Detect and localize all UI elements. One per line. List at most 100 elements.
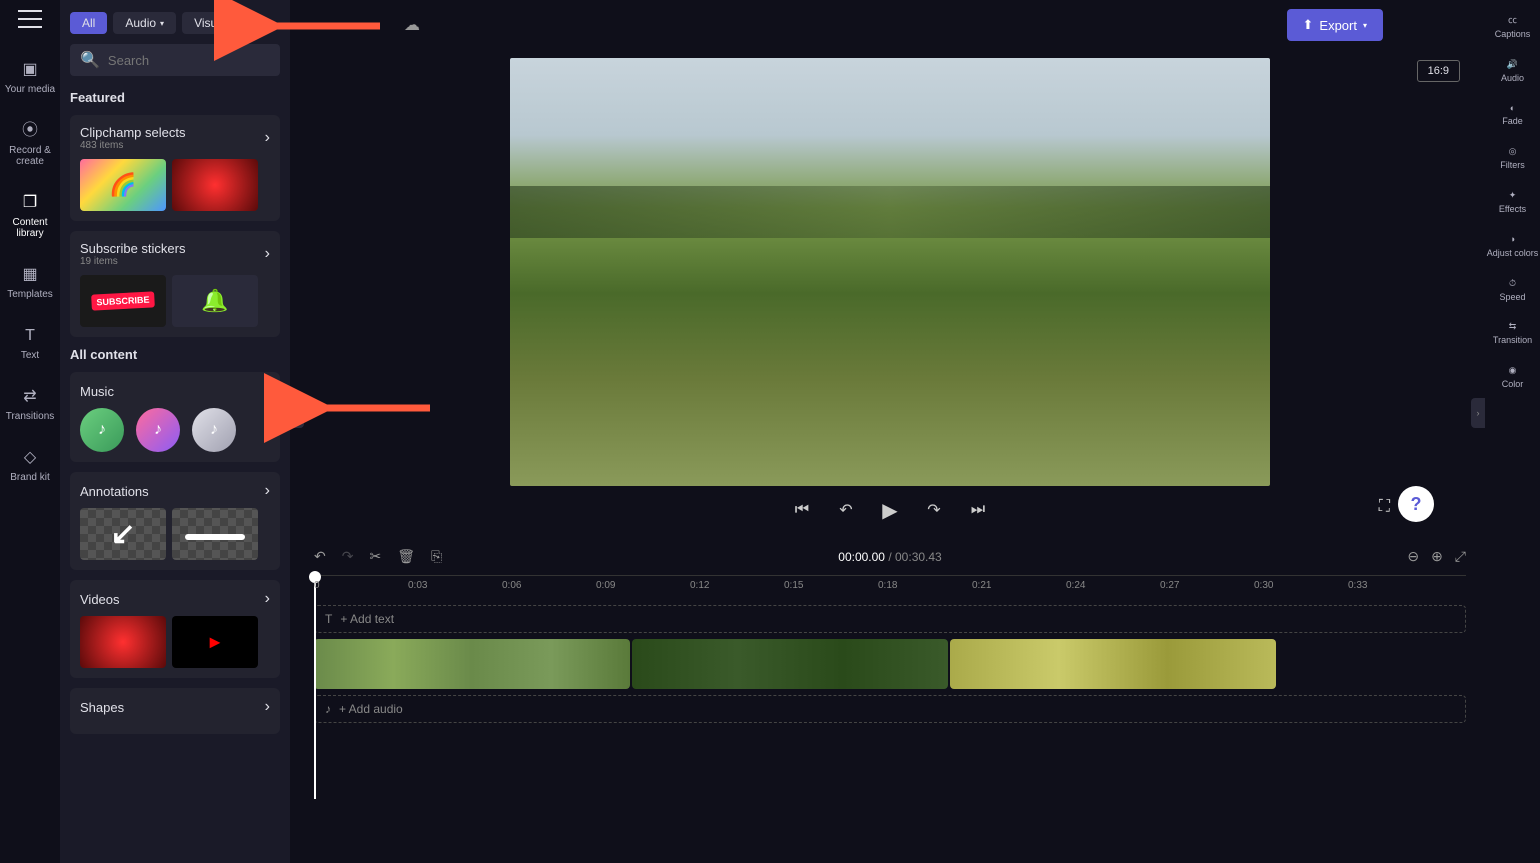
rail-label: Templates <box>7 289 53 300</box>
music-genre-1[interactable]: ♪ <box>80 408 124 452</box>
card-annotations: Annotations › <box>70 472 280 570</box>
card-header[interactable]: Shapes › <box>80 698 270 716</box>
thumb-abstract[interactable] <box>172 159 258 211</box>
timeline-ruler[interactable]: 00:030:060:090:120:150:180:210:240:270:3… <box>314 575 1466 599</box>
video-preview[interactable] <box>510 58 1270 486</box>
rrail-captions[interactable]: ㏄Captions <box>1495 16 1531 40</box>
text-icon: T <box>20 326 40 346</box>
play-button[interactable]: ▶ <box>878 498 902 522</box>
card-videos: Videos › <box>70 580 280 678</box>
thumb-arrow[interactable] <box>80 508 166 560</box>
rail-label: Transitions <box>6 411 55 422</box>
upload-icon: ⬆ <box>1303 17 1314 33</box>
rail-content-library[interactable]: ❐Content library <box>0 189 60 243</box>
ruler-tick: 0:21 <box>972 580 991 591</box>
content-panel: All Audio▾ Visuals▾ 🔍 Featured Clipchamp… <box>60 0 290 863</box>
export-button[interactable]: ⬆ Export ▾ <box>1287 9 1384 41</box>
clip-1[interactable] <box>314 639 630 689</box>
speed-icon: ⏱ <box>1509 279 1516 289</box>
redo-button[interactable]: ↷ <box>342 548 354 565</box>
record-icon: ⦿ <box>20 121 40 141</box>
card-header[interactable]: Annotations › <box>80 482 270 500</box>
rewind-button[interactable]: ↶ <box>834 498 858 522</box>
rail-transitions[interactable]: ⇄ Transitions <box>0 383 60 426</box>
search-input[interactable] <box>108 53 284 68</box>
rail-brand-kit[interactable]: ◇Brand kit <box>0 444 60 487</box>
transitions-icon: ⇄ <box>20 387 40 407</box>
clip-2[interactable] <box>632 639 948 689</box>
chevron-right-icon: › <box>265 698 270 716</box>
help-button[interactable]: ? <box>1398 486 1434 522</box>
audio-track[interactable]: ♪+ Add audio <box>314 695 1466 723</box>
timeline-tools: ↶ ↷ ✂ 🗑 ⎘ 00:00.00 / 00:30.43 ⊖ ⊕ ⤢ <box>314 548 1466 565</box>
thumb-video-1[interactable] <box>80 616 166 668</box>
chevron-right-icon: › <box>265 129 270 147</box>
chip-all[interactable]: All <box>70 12 107 34</box>
card-header[interactable]: Clipchamp selects 483 items › <box>80 125 270 151</box>
playhead[interactable] <box>314 576 316 799</box>
audio-icon: 🔊 <box>1507 60 1518 70</box>
thumb-subscribe[interactable] <box>80 275 166 327</box>
zoom-out-button[interactable]: ⊖ <box>1407 548 1419 565</box>
music-genre-2[interactable]: ♪ <box>136 408 180 452</box>
cloud-sync-icon[interactable]: ☁ <box>404 15 420 35</box>
text-icon: T <box>325 612 332 626</box>
text-track[interactable]: T+ Add text <box>314 605 1466 633</box>
thumb-video-2[interactable] <box>172 616 258 668</box>
brand-icon: ◇ <box>20 448 40 468</box>
ruler-tick: 0:06 <box>502 580 521 591</box>
card-music: Music › ♪ ♪ ♪ <box>70 372 280 462</box>
aspect-ratio-button[interactable]: 16:9 <box>1417 60 1460 82</box>
thumb-bell[interactable] <box>172 275 258 327</box>
chip-visuals[interactable]: Visuals▾ <box>182 12 252 34</box>
rail-record[interactable]: ⦿Record & create <box>0 117 60 171</box>
rrail-filters[interactable]: ◎Filters <box>1500 147 1525 171</box>
thumb-rainbow[interactable] <box>80 159 166 211</box>
rrail-adjust-colors[interactable]: ◑Adjust colors <box>1487 235 1539 259</box>
skip-forward-button[interactable]: ⏭ <box>966 498 990 522</box>
ruler-tick: 0:30 <box>1254 580 1273 591</box>
rrail-transition[interactable]: ⇆Transition <box>1493 322 1532 346</box>
card-clipchamp-selects: Clipchamp selects 483 items › <box>70 115 280 221</box>
card-header[interactable]: Music › <box>80 382 270 400</box>
skip-back-button[interactable]: ⏮ <box>790 498 814 522</box>
ruler-tick: 0:33 <box>1348 580 1367 591</box>
ruler-tick: 0:15 <box>784 580 803 591</box>
rrail-audio[interactable]: 🔊Audio <box>1501 60 1524 84</box>
rrail-speed[interactable]: ⏱Speed <box>1499 279 1525 303</box>
rail-your-media[interactable]: ▣Your media <box>0 56 60 99</box>
music-genre-3[interactable]: ♪ <box>192 408 236 452</box>
media-icon: ▣ <box>20 60 40 80</box>
fullscreen-button[interactable]: ⛶ <box>1379 498 1390 516</box>
rail-text[interactable]: TText <box>0 322 60 365</box>
duplicate-button[interactable]: ⎘ <box>431 548 442 565</box>
chevron-right-icon: › <box>265 482 270 500</box>
card-subtitle: 483 items <box>80 140 186 151</box>
card-header[interactable]: Subscribe stickers 19 items › <box>80 241 270 267</box>
clip-3[interactable] <box>950 639 1276 689</box>
right-rail: ㏄Captions 🔊Audio ◐Fade ◎Filters ✦Effects… <box>1485 0 1540 863</box>
ruler-tick: 0:09 <box>596 580 615 591</box>
search-box[interactable]: 🔍 <box>70 44 280 76</box>
forward-button[interactable]: ↷ <box>922 498 946 522</box>
fit-button[interactable]: ⤢ <box>1455 548 1466 565</box>
chip-audio[interactable]: Audio▾ <box>113 12 176 34</box>
delete-button[interactable]: 🗑 <box>397 548 415 565</box>
rrail-effects[interactable]: ✦Effects <box>1499 191 1526 215</box>
filter-chips: All Audio▾ Visuals▾ <box>70 12 280 34</box>
section-featured: Featured <box>70 90 280 105</box>
time-display: 00:00.00 / 00:30.43 <box>838 550 941 564</box>
fade-icon: ◐ <box>1510 104 1515 114</box>
card-header[interactable]: Videos › <box>80 590 270 608</box>
rail-templates[interactable]: ▦Templates <box>0 261 60 304</box>
zoom-in-button[interactable]: ⊕ <box>1431 548 1443 565</box>
effects-icon: ✦ <box>1509 191 1517 201</box>
thumb-line[interactable] <box>172 508 258 560</box>
library-icon: ❐ <box>20 193 40 213</box>
rrail-color[interactable]: ◉Color <box>1502 366 1524 390</box>
rrail-fade[interactable]: ◐Fade <box>1502 104 1523 128</box>
menu-icon[interactable] <box>18 10 42 28</box>
timeline: ↶ ↷ ✂ 🗑 ⎘ 00:00.00 / 00:30.43 ⊖ ⊕ ⤢ 00:0… <box>300 540 1480 863</box>
split-button[interactable]: ✂ <box>369 548 381 565</box>
undo-button[interactable]: ↶ <box>314 548 326 565</box>
